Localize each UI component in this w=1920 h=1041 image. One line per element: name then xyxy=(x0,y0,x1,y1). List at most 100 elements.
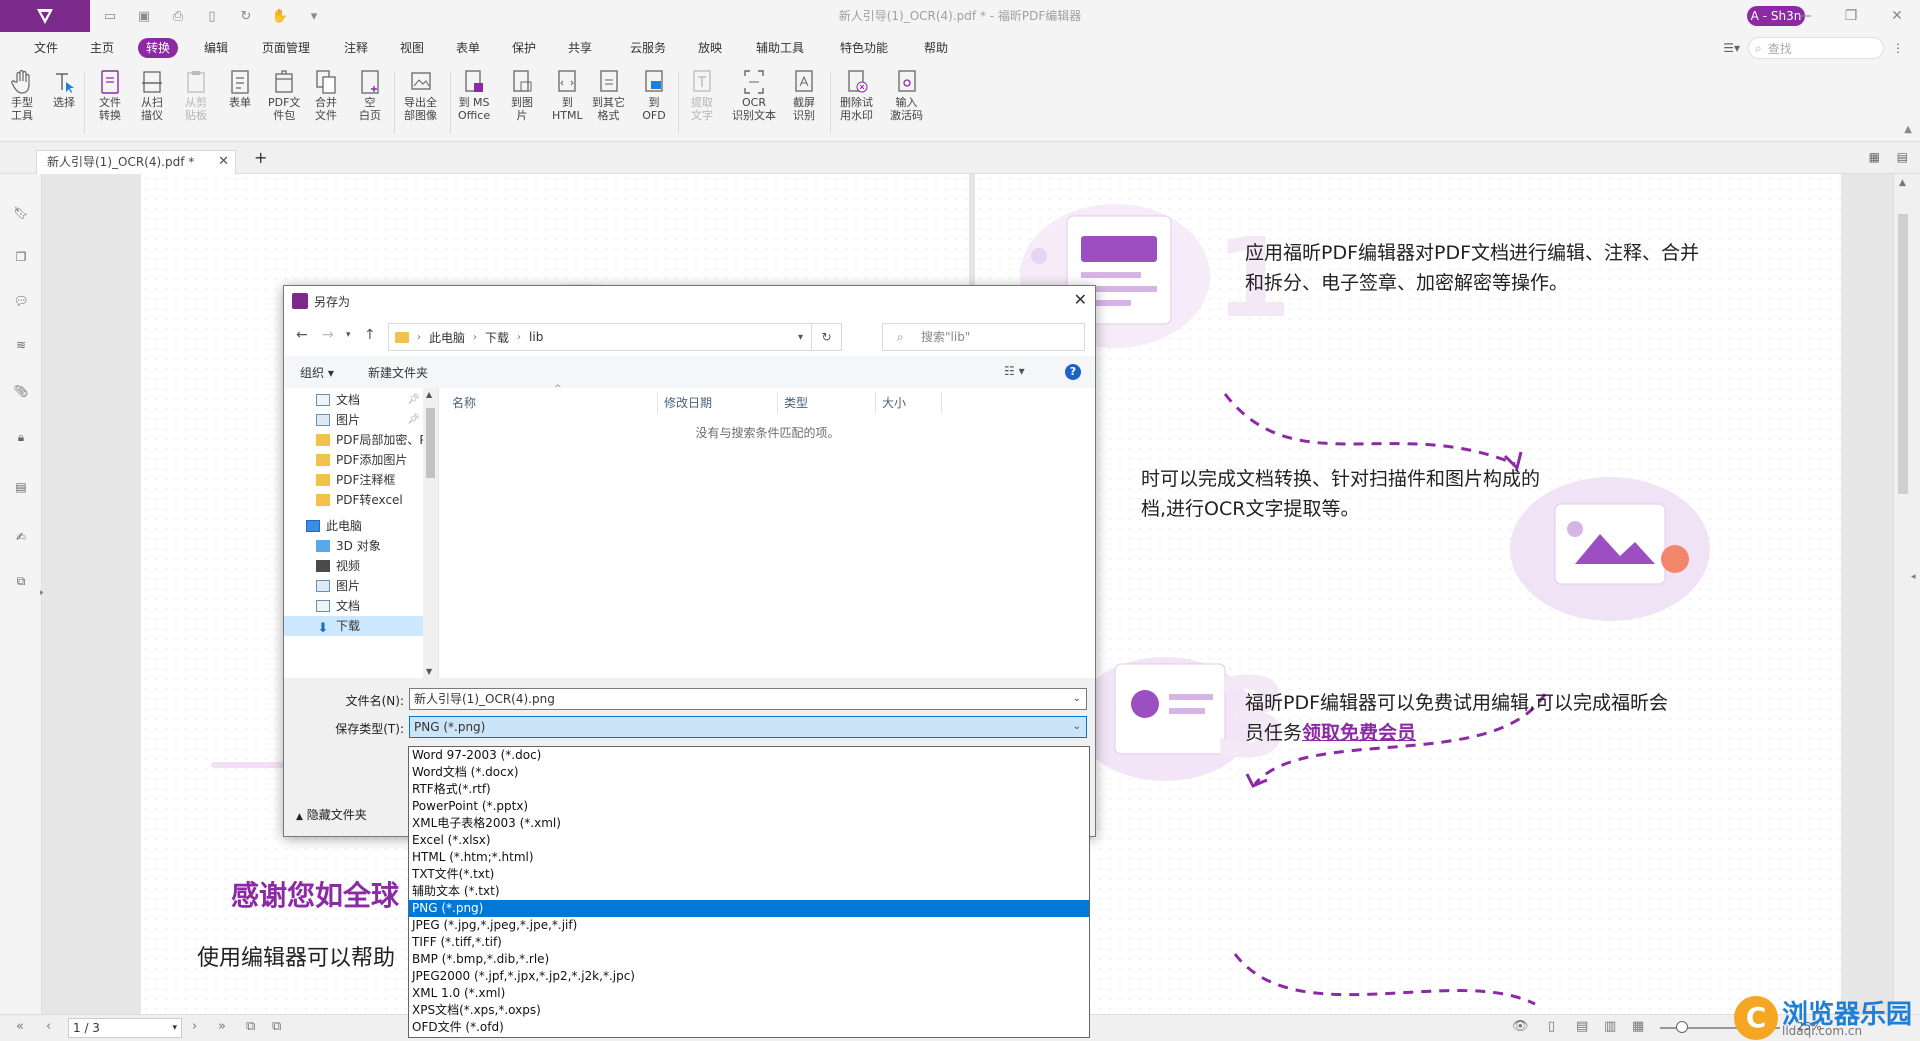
app-logo[interactable] xyxy=(0,0,90,32)
up-icon[interactable]: ↑ xyxy=(364,327,376,343)
prev-page-icon[interactable]: ‹ xyxy=(46,1019,51,1034)
export-images-button[interactable]: 导出全 部图像 xyxy=(404,68,437,122)
filetype-option[interactable]: RTF格式(*.rtf) xyxy=(409,781,1089,798)
extract-text-button[interactable]: 提取 文字 xyxy=(690,68,714,122)
to-office-button[interactable]: 到 MS Office xyxy=(458,68,490,122)
close-window-icon[interactable]: ✕ xyxy=(1874,0,1920,32)
restore-icon[interactable]: ❐ xyxy=(1828,0,1874,32)
blank-page-button[interactable]: 空 白页 xyxy=(358,68,382,122)
menu-form[interactable]: 表单 xyxy=(448,38,488,58)
tree-item-videos[interactable]: 视频 xyxy=(284,556,424,576)
menu-edit[interactable]: 编辑 xyxy=(196,38,236,58)
menu-share[interactable]: 共享 xyxy=(560,38,600,58)
bookmark-icon[interactable]: 🔖︎ xyxy=(11,202,31,224)
menu-convert[interactable]: 转换 xyxy=(138,38,179,58)
filetype-option[interactable]: XML 1.0 (*.xml) xyxy=(409,985,1089,1002)
document-icon[interactable]: ▤ xyxy=(11,476,31,498)
comments-icon[interactable]: 💬︎ xyxy=(11,290,31,312)
attachment-icon[interactable]: 📎︎ xyxy=(11,380,31,402)
search-input[interactable]: ⌕ 查找 xyxy=(1748,37,1884,59)
minimize-icon[interactable]: — xyxy=(1782,0,1828,32)
collapse-right-icon[interactable]: ◂ xyxy=(1911,572,1916,582)
tree-item-documents[interactable]: 文档 xyxy=(284,596,424,616)
filetype-option[interactable]: TXT文件(*.txt) xyxy=(409,866,1089,883)
filename-input[interactable]: 新人引导(1)_OCR(4).png ⌄ xyxy=(409,688,1087,710)
menu-page-manage[interactable]: 页面管理 xyxy=(254,38,318,58)
merge-files-button[interactable]: 合并 文件 xyxy=(314,68,338,122)
menu-help[interactable]: 帮助 xyxy=(916,38,956,58)
filetype-option[interactable]: PNG (*.png) xyxy=(409,900,1089,917)
recent-locations-icon[interactable]: ▾ xyxy=(346,330,351,340)
collapse-ribbon-icon[interactable]: ▲ xyxy=(1904,124,1912,135)
scroll-thumb[interactable] xyxy=(1898,214,1908,494)
filetype-option[interactable]: XPS文档(*.xps,*.oxps) xyxy=(409,1002,1089,1019)
page-dropdown-icon[interactable]: ▾ xyxy=(172,1019,177,1037)
menu-features[interactable]: 特色功能 xyxy=(832,38,896,58)
new-folder-button[interactable]: 新建文件夹 xyxy=(368,364,428,381)
forward-icon[interactable]: → xyxy=(322,327,334,343)
new-icon[interactable]: ▯ xyxy=(202,6,222,26)
form-button[interactable]: 表单 xyxy=(228,68,252,109)
address-dropdown-icon[interactable]: ▾ xyxy=(798,332,803,343)
from-clipboard-button[interactable]: 从剪 贴板 xyxy=(184,68,208,122)
single-page-icon[interactable]: ▯ xyxy=(1548,1019,1555,1034)
hide-folders-button[interactable]: ▲ 隐藏文件夹 xyxy=(296,806,367,823)
filetype-option[interactable]: Excel (*.xlsx) xyxy=(409,832,1089,849)
panel-toggle-icon[interactable]: ▤ xyxy=(1897,150,1908,164)
tree-item-folder[interactable]: PDF添加图片 xyxy=(284,450,424,470)
ribbon-layout-icon[interactable]: ☰▾ xyxy=(1723,41,1740,55)
filetype-option[interactable]: BMP (*.bmp,*.dib,*.rle) xyxy=(409,951,1089,968)
redo-icon[interactable]: ↻ xyxy=(236,6,256,26)
select-tool-button[interactable]: 选择 xyxy=(52,68,76,109)
filetype-option[interactable]: XML电子表格2003 (*.xml) xyxy=(409,815,1089,832)
menu-cloud[interactable]: 云服务 xyxy=(622,38,674,58)
signature-icon[interactable]: ✍︎ xyxy=(11,526,31,548)
next-page-icon[interactable]: › xyxy=(192,1019,197,1034)
document-tab[interactable]: 新人引导(1)_OCR(4).pdf * ✕ xyxy=(36,150,236,174)
filetype-dropdown-list[interactable]: Word 97-2003 (*.doc) Word文档 (*.docx) RTF格式… xyxy=(408,746,1090,1038)
new-tab-icon[interactable]: + xyxy=(254,148,267,167)
filename-dropdown-icon[interactable]: ⌄ xyxy=(1073,689,1081,709)
view-options-icon[interactable]: ☷ ▾ xyxy=(1004,364,1025,378)
free-membership-link[interactable]: 领取免费会员 xyxy=(1302,722,1416,744)
layers-icon[interactable]: ≋ xyxy=(11,334,31,356)
filetype-option[interactable]: Word文档 (*.docx) xyxy=(409,764,1089,781)
scroll-up-icon[interactable]: ▲ xyxy=(426,390,432,399)
filetype-option[interactable]: TIFF (*.tiff,*.tif) xyxy=(409,934,1089,951)
filetype-option[interactable]: 辅助文本 (*.txt) xyxy=(409,883,1089,900)
from-scanner-button[interactable]: 从扫 描仪 xyxy=(140,68,164,122)
two-page-icon[interactable]: ▥ xyxy=(1604,1019,1616,1034)
filetype-option[interactable]: PowerPoint (*.pptx) xyxy=(409,798,1089,815)
remove-watermark-button[interactable]: 删除试 用水印 xyxy=(840,68,873,122)
first-page-icon[interactable]: « xyxy=(16,1019,24,1034)
filetype-select[interactable]: PNG (*.png) ⌄ xyxy=(409,716,1087,738)
to-image-button[interactable]: 到图 片 xyxy=(510,68,534,122)
column-name[interactable]: 名称 xyxy=(448,392,658,414)
save-icon[interactable]: ▣ xyxy=(134,6,154,26)
tree-item-pictures-pinned[interactable]: 图片 📌︎ xyxy=(284,410,424,430)
tree-item-this-pc[interactable]: 此电脑 xyxy=(284,516,424,536)
filetype-option[interactable]: JPEG2000 (*.jpf,*.jpx,*.jp2,*.j2k,*.jpc) xyxy=(409,968,1089,985)
folder-tree[interactable]: 文档 📌︎ 图片 📌︎ PDF局部加密、PD PDF添加图片 PDF注释框 PD… xyxy=(284,388,439,678)
zoom-slider-thumb[interactable] xyxy=(1676,1021,1688,1033)
tree-item-folder[interactable]: PDF局部加密、PD xyxy=(284,430,424,450)
back-icon[interactable]: ← xyxy=(296,327,308,343)
copy-icon[interactable]: ⧉ xyxy=(246,1019,255,1034)
close-tab-icon[interactable]: ✕ xyxy=(218,151,229,173)
breadcrumb-downloads[interactable]: 下载 xyxy=(485,329,509,346)
menu-slideshow[interactable]: 放映 xyxy=(690,38,730,58)
breadcrumb-this-pc[interactable]: 此电脑 xyxy=(429,329,465,346)
address-bar[interactable]: › 此电脑 › 下载 › lib ▾ xyxy=(388,323,812,351)
organize-button[interactable]: 组织 ▾ xyxy=(300,364,334,381)
hand-tool-icon[interactable]: ✋ xyxy=(270,6,290,26)
to-ofd-button[interactable]: 到 OFD xyxy=(642,68,666,122)
filetype-dropdown-icon[interactable]: ⌄ xyxy=(1073,717,1081,737)
continuous-icon[interactable]: ▤ xyxy=(1576,1019,1588,1034)
ocr-button[interactable]: OCR 识别文本 xyxy=(732,68,776,122)
more-icon[interactable]: ⋮ xyxy=(1892,41,1904,55)
column-type[interactable]: 类型 xyxy=(780,392,876,414)
tree-item-folder[interactable]: PDF注释框 xyxy=(284,470,424,490)
open-icon[interactable]: ▭ xyxy=(100,6,120,26)
two-continuous-icon[interactable]: ▦ xyxy=(1632,1019,1644,1034)
tree-item-3d-objects[interactable]: 3D 对象 xyxy=(284,536,424,556)
